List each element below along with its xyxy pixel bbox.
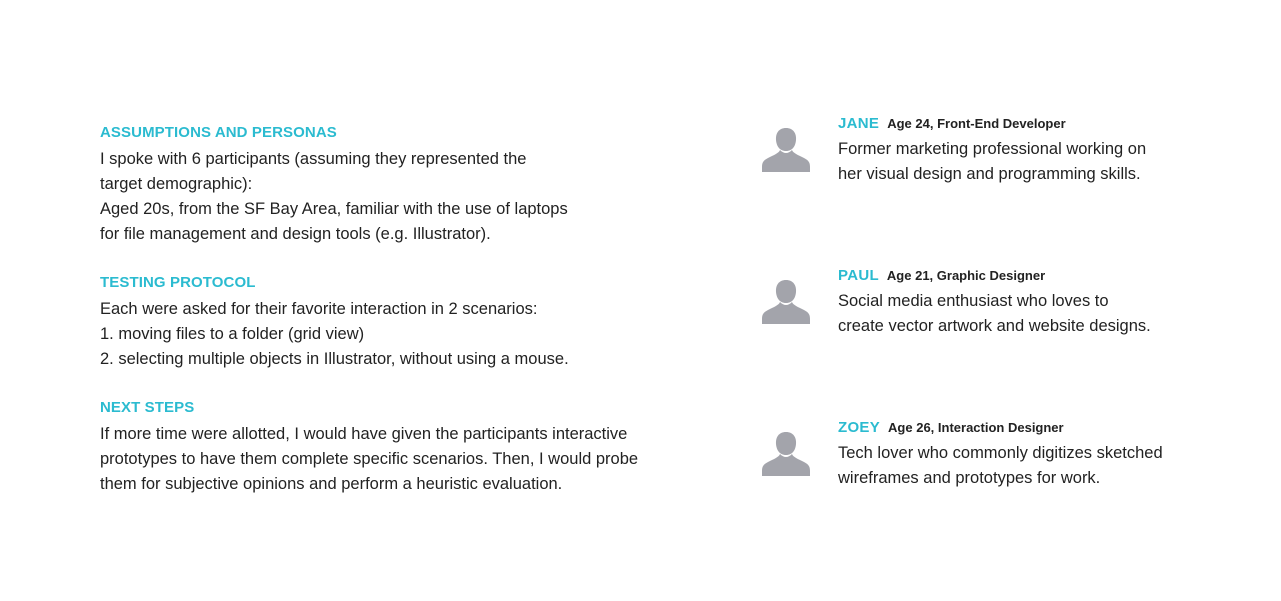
persona-card-jane: JANE Age 24, Front-End Developer Former m…	[760, 114, 1210, 194]
section-assumptions: ASSUMPTIONS AND PERSONAS I spoke with 6 …	[100, 122, 680, 247]
persona-name: PAUL	[838, 267, 879, 284]
section-text-line: 2. selecting multiple objects in Illustr…	[100, 350, 569, 368]
section-next-steps: NEXT STEPS If more time were allotted, I…	[100, 397, 680, 497]
persona-age-role: Age 21, Graphic Designer	[886, 268, 1046, 283]
persona-info: ZOEY Age 26, Interaction Designer Tech lo…	[838, 418, 1208, 491]
persona-heading: PAUL Age 21, Graphic Designer	[838, 266, 1208, 289]
persona-name: ZOEY	[838, 419, 881, 436]
persona-card-zoey: ZOEY Age 26, Interaction Designer Tech lo…	[760, 418, 1210, 498]
section-title: ASSUMPTIONS AND PERSONAS	[100, 124, 337, 141]
user-silhouette-icon	[762, 280, 810, 324]
section-title: NEXT STEPS	[100, 399, 195, 416]
section-text-line: prototypes to have them complete specifi…	[100, 450, 639, 468]
persona-description-line: create vector artwork and website design…	[838, 317, 1151, 335]
user-silhouette-icon	[762, 432, 810, 476]
persona-heading: JANE Age 24, Front-End Developer	[838, 114, 1208, 137]
user-silhouette-icon	[762, 128, 810, 172]
persona-name: JANE	[838, 115, 880, 132]
persona-description-line: Tech lover who commonly digitizes sketch…	[838, 444, 1163, 462]
section-text-line: I spoke with 6 participants (assuming th…	[100, 150, 527, 168]
section-text-line: 1. moving files to a folder (grid view)	[100, 325, 365, 343]
research-notes: ASSUMPTIONS AND PERSONAS I spoke with 6 …	[100, 122, 680, 522]
persona-description-line: Social media enthusiast who loves to	[838, 292, 1109, 310]
persona-info: PAUL Age 21, Graphic Designer Social medi…	[838, 266, 1208, 339]
persona-description-line: Former marketing professional working on	[838, 140, 1147, 158]
persona-description-line: her visual design and programming skills…	[838, 165, 1141, 183]
persona-card-paul: PAUL Age 21, Graphic Designer Social medi…	[760, 266, 1210, 346]
persona-age-role: Age 26, Interaction Designer	[888, 420, 1064, 435]
persona-description-line: wireframes and prototypes for work.	[838, 469, 1101, 487]
section-testing-protocol: TESTING PROTOCOL Each were asked for the…	[100, 272, 680, 372]
persona-info: JANE Age 24, Front-End Developer Former m…	[838, 114, 1208, 187]
section-text-line: Aged 20s, from the SF Bay Area, familiar…	[100, 200, 568, 218]
section-text-line: for file management and design tools (e.…	[100, 225, 491, 243]
section-text-line: Each were asked for their favorite inter…	[100, 300, 538, 318]
persona-heading: ZOEY Age 26, Interaction Designer	[838, 418, 1208, 441]
persona-age-role: Age 24, Front-End Developer	[887, 116, 1066, 131]
section-text-line: target demographic):	[100, 175, 253, 193]
section-text-line: If more time were allotted, I would have…	[100, 425, 628, 443]
section-title: TESTING PROTOCOL	[100, 274, 256, 291]
section-text-line: them for subjective opinions and perform…	[100, 475, 563, 493]
